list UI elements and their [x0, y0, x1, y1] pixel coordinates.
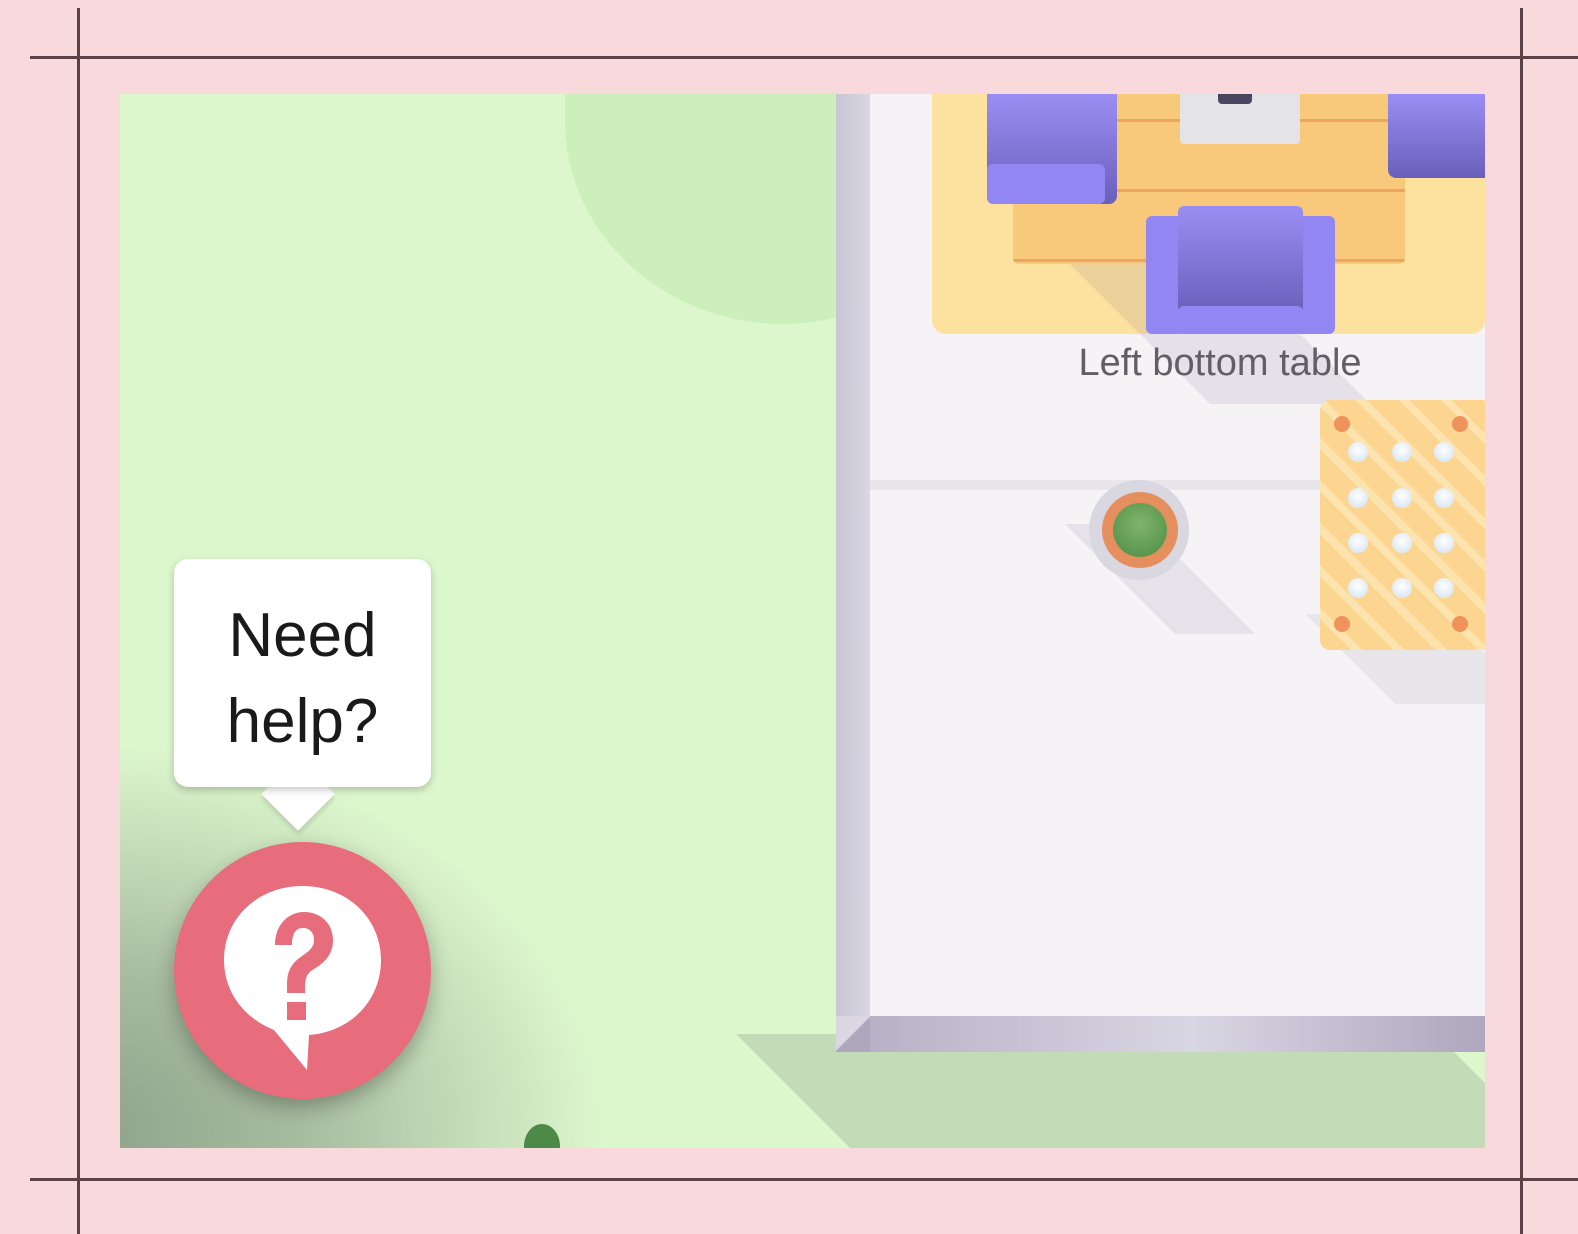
floor-pad-dot [1434, 442, 1454, 462]
floor-pad-dot [1348, 488, 1368, 508]
floor-pad-dot [1392, 488, 1412, 508]
floor-pad-dot [1434, 488, 1454, 508]
armchair-icon[interactable] [1388, 94, 1485, 178]
wall-bottom [836, 1016, 1485, 1052]
floor-pad-dot [1348, 578, 1368, 598]
floor-pad-dot [1434, 533, 1454, 553]
help-tooltip-text: Need help? [226, 601, 379, 756]
floor-pad-corner [1334, 616, 1350, 632]
crop-mark-left [77, 8, 80, 1234]
floor-pad-dot [1392, 533, 1412, 553]
armchair-icon[interactable] [1146, 206, 1335, 334]
floor-pad-dot [1434, 578, 1454, 598]
help-button[interactable] [174, 842, 431, 1099]
device-handle [1218, 94, 1252, 104]
crop-mark-bottom [30, 1178, 1578, 1181]
crop-mark-top [30, 56, 1578, 59]
crop-mark-right [1520, 8, 1523, 1234]
floor-pad-dot [1348, 533, 1368, 553]
floor-pad-corner [1334, 416, 1350, 432]
wall-corner [836, 1016, 870, 1052]
room-partition [870, 480, 1320, 490]
floor-pad-corner [1452, 416, 1468, 432]
plant-leaf-icon [524, 1124, 560, 1148]
plant-foliage [1113, 503, 1167, 557]
floor-pad-dot [1348, 442, 1368, 462]
floor-pad-dot [1392, 442, 1412, 462]
wall-left [836, 94, 870, 1052]
floor-pad-corner [1452, 616, 1468, 632]
help-tooltip: Need help? [174, 559, 431, 787]
table-label[interactable]: Left bottom table [1010, 342, 1430, 385]
floor-pad-icon[interactable] [1320, 400, 1485, 650]
armchair-icon[interactable] [987, 94, 1117, 204]
floor-pad-dot [1392, 578, 1412, 598]
help-chat-icon [224, 886, 381, 1070]
